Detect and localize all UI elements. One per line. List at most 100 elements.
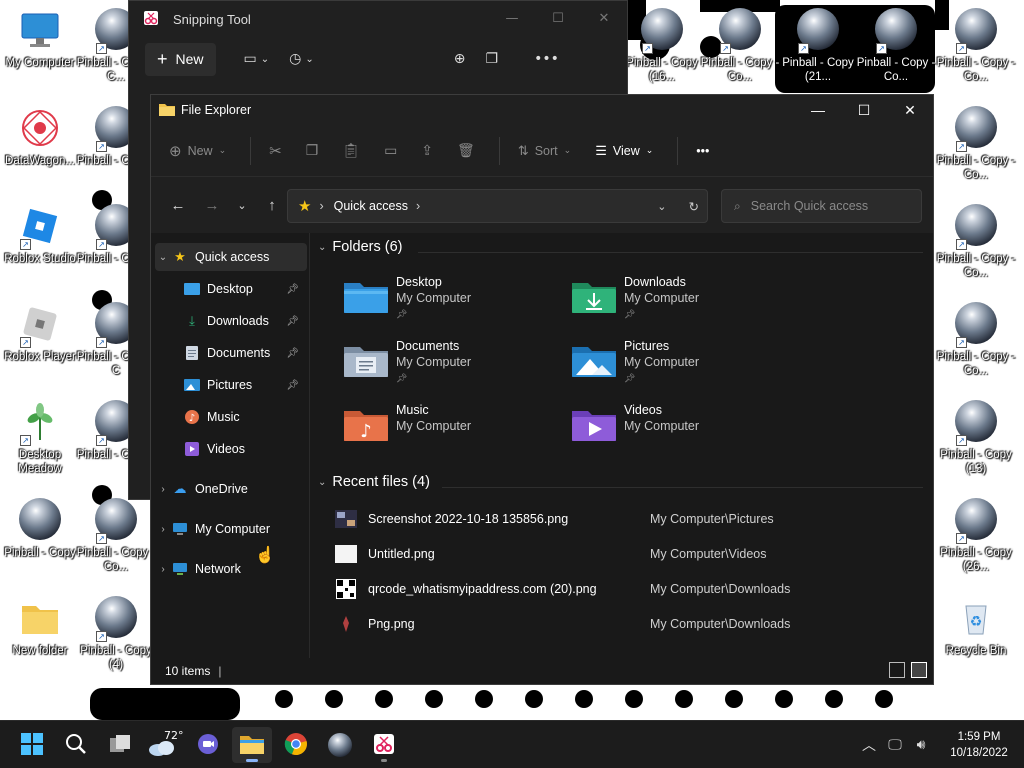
teams-chat-button[interactable]	[188, 727, 228, 763]
paste-button[interactable]: 📋︎	[342, 142, 360, 159]
delay-dropdown[interactable]: ◷ ⌄	[289, 51, 314, 67]
desktop-icon-roblox-player[interactable]: ↗ Roblox Player	[0, 302, 80, 364]
share-button[interactable]: ⇪	[421, 142, 433, 159]
desktop-icon-pinball[interactable]: ↗ Pinball - Copy - Co...	[936, 106, 1016, 182]
recent-file-name: Untitled.png	[368, 547, 435, 561]
recent-file-row[interactable]: Png.png My Computer\Downloads	[334, 609, 914, 639]
recent-files-group-header[interactable]: ⌄ Recent files (4)	[318, 474, 430, 490]
show-hidden-icons-button[interactable]: ︿	[856, 735, 882, 755]
zoom-in-button[interactable]: ⊕	[454, 51, 466, 67]
desktop-icon-desktop-meadow[interactable]: ↗ Desktop Meadow	[0, 400, 80, 476]
sidebar-item-onedrive[interactable]: › ☁ OneDrive	[155, 475, 307, 503]
chevron-right-icon[interactable]: ›	[155, 524, 171, 535]
rename-button[interactable]: ▭	[384, 142, 397, 159]
desktop-icon-pinball[interactable]: ↗ Pinball - Copy - Co...	[76, 498, 156, 574]
folder-tile-desktop[interactable]: Desktop My Computer 📌︎	[326, 271, 546, 327]
desktop-icon-pinball[interactable]: ↗ Pinball - Copy (16...	[622, 8, 702, 84]
see-more-button[interactable]: •••	[696, 144, 709, 158]
desktop-icon-pinball[interactable]: ↗ Pinball - Copy - Co...	[936, 302, 1016, 378]
recent-locations-button[interactable]: ⌄	[227, 190, 257, 220]
desktop-icon-recycle-bin[interactable]: ♻ Recycle Bin	[936, 596, 1016, 658]
address-bar[interactable]: ★ › Quick access › ⌄ ↻	[287, 189, 708, 223]
sidebar-item-my-computer[interactable]: › My Computer	[155, 515, 307, 543]
chevron-down-icon[interactable]: ⌄	[155, 252, 171, 263]
widgets-button[interactable]: 72°	[144, 727, 184, 763]
view-button[interactable]: ☰ View ⌄	[595, 143, 653, 159]
breadcrumb-quick-access[interactable]: Quick access	[334, 199, 408, 213]
desktop-icon-my-computer[interactable]: My Computer	[0, 8, 80, 70]
desktop-icon-pinball[interactable]: ↗ Pinball - Copy - Co...	[936, 204, 1016, 280]
sidebar-item-music[interactable]: ♪ Music	[155, 403, 307, 431]
copy-button[interactable]: ❐	[486, 51, 499, 67]
desktop-icon-pinball[interactable]: ↗ Pinball - Copy (26...	[936, 498, 1016, 574]
sort-button[interactable]: ⇅ Sort ⌄	[518, 143, 571, 159]
pinball-taskbar-button[interactable]	[320, 727, 360, 763]
desktop-icon-datawagon[interactable]: DataWagon...	[0, 106, 80, 168]
sidebar-item-network[interactable]: › Network	[155, 555, 307, 583]
svg-text:♻: ♻	[970, 614, 983, 630]
forward-button[interactable]: →	[197, 190, 227, 220]
volume-button[interactable]: 🔊︎	[908, 737, 934, 753]
chevron-down-icon: ⌄	[305, 53, 314, 65]
search-button[interactable]	[56, 727, 96, 763]
desktop-icon-pinball[interactable]: ↗ Pinball - Copy - Co...	[936, 8, 1016, 84]
chevron-right-icon[interactable]: ›	[155, 484, 171, 495]
close-button[interactable]: ✕	[581, 1, 627, 35]
sidebar-item-desktop[interactable]: Desktop 📌︎	[155, 275, 307, 303]
address-dropdown-button[interactable]: ⌄	[657, 199, 666, 213]
folder-tile-pictures[interactable]: Pictures My Computer 📌︎	[554, 335, 774, 391]
view-list-icon: ☰	[595, 142, 607, 158]
desktop-icon-pinball[interactable]: ↗ Pinball - Copy - Co...	[856, 8, 936, 84]
close-button[interactable]: ✕	[887, 95, 933, 125]
maximize-button[interactable]: ☐	[535, 1, 581, 35]
desktop-icon-new-folder[interactable]: New folder	[0, 596, 80, 658]
tiles-view-button[interactable]	[911, 662, 927, 678]
desktop-icon-pinball[interactable]: ↗ Pinball - Copy (21...	[778, 8, 858, 84]
new-snip-button[interactable]: + New	[145, 42, 216, 76]
folder-tile-music[interactable]: ♪ Music My Computer	[326, 399, 546, 455]
minimize-button[interactable]: —	[795, 95, 841, 125]
recent-file-row[interactable]: Screenshot 2022-10-18 135856.png My Comp…	[334, 504, 914, 534]
file-explorer-window[interactable]: File Explorer — ☐ ✕ ⊕ New ⌄ ✂ ❐ 📋︎ ▭ ⇪ 🗑…	[150, 94, 934, 685]
more-options-button[interactable]: •••	[534, 51, 559, 67]
sidebar-item-documents[interactable]: Documents 📌︎	[155, 339, 307, 367]
sidebar-item-pictures[interactable]: Pictures 📌︎	[155, 371, 307, 399]
desktop-icon-label: Pinball - Copy - Co...	[936, 351, 1016, 377]
search-box[interactable]: ⌕ Search Quick access	[721, 189, 922, 223]
desktop-icon-pinball-copy[interactable]: Pinball - Copy	[0, 498, 80, 560]
up-button[interactable]: ↑	[257, 190, 287, 220]
new-item-button[interactable]: ⊕ New ⌄	[169, 142, 226, 160]
sidebar-item-videos[interactable]: Videos	[155, 435, 307, 463]
cut-button[interactable]: ✂	[269, 142, 282, 160]
desktop-icon-pinball[interactable]: ↗ Pinball - Copy - Co...	[700, 8, 780, 84]
folders-group-header[interactable]: ⌄ Folders (6)	[318, 239, 403, 255]
desktop-icon-pinball[interactable]: ↗ Pinball - Copy (13)	[936, 400, 1016, 476]
delete-button[interactable]: 🗑︎	[457, 142, 475, 159]
refresh-button[interactable]: ↻	[689, 199, 699, 214]
sidebar-item-downloads[interactable]: ⤓ Downloads 📌︎	[155, 307, 307, 335]
desktop-icon-pinball[interactable]: ↗ Pinball - Copy (4)	[76, 596, 156, 672]
chrome-button[interactable]	[276, 727, 316, 763]
snip-mode-dropdown[interactable]: ▭ ⌄	[244, 51, 270, 67]
sidebar-item-quick-access[interactable]: ⌄ ★ Quick access	[155, 243, 307, 271]
more-dots-icon: •••	[534, 51, 559, 67]
folder-tile-videos[interactable]: Videos My Computer	[554, 399, 774, 455]
file-explorer-taskbar-button[interactable]	[232, 727, 272, 763]
details-view-button[interactable]	[889, 662, 905, 678]
maximize-button[interactable]: ☐	[841, 95, 887, 125]
start-button[interactable]	[12, 727, 52, 763]
task-view-button[interactable]	[100, 727, 140, 763]
copy-button[interactable]: ❐	[306, 142, 319, 159]
folder-tile-documents[interactable]: Documents My Computer 📌︎	[326, 335, 546, 391]
snipping-tool-taskbar-button[interactable]	[364, 727, 404, 763]
desktop-icon-roblox-studio[interactable]: ↗ Roblox Studio	[0, 204, 80, 266]
recent-file-row[interactable]: Untitled.png My Computer\Videos	[334, 539, 914, 569]
network-status-button[interactable]: 🖵︎	[882, 737, 908, 753]
folder-tile-downloads[interactable]: Downloads My Computer 📌︎	[554, 271, 774, 327]
recent-file-row[interactable]: qrcode_whatismyipaddress.com (20).png My…	[334, 574, 914, 604]
back-button[interactable]: ←	[163, 190, 193, 220]
chevron-right-icon[interactable]: ›	[155, 564, 171, 575]
chevron-right-icon[interactable]: ›	[416, 199, 420, 213]
clock-button[interactable]: 1:59 PM 10/18/2022	[934, 729, 1024, 761]
minimize-button[interactable]: —	[489, 1, 535, 35]
